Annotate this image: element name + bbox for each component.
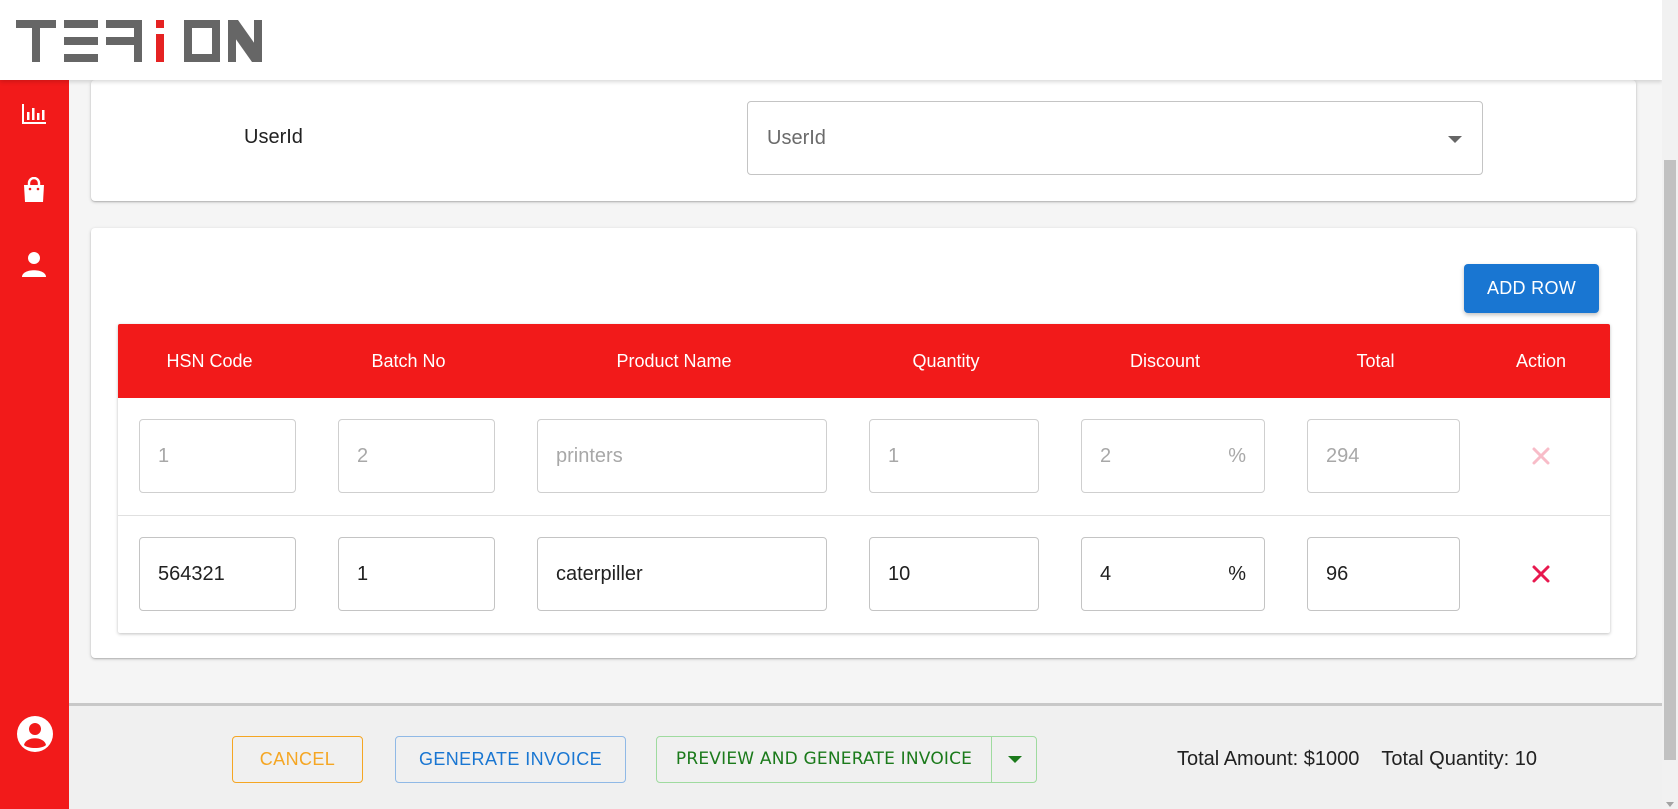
preview-options-dropdown[interactable] bbox=[991, 737, 1036, 782]
account-circle-icon[interactable] bbox=[15, 714, 55, 754]
table-row: 564321 1 caterpiller 10 4% 96 bbox=[118, 515, 1610, 632]
preview-generate-invoice-button[interactable]: PREVIEW AND GENERATE INVOICE bbox=[657, 737, 991, 782]
product-name-field[interactable]: caterpiller bbox=[537, 537, 827, 611]
product-name-field[interactable]: printers bbox=[537, 419, 827, 493]
shopping-bag-icon[interactable] bbox=[18, 174, 50, 206]
userid-select-value: UserId bbox=[767, 127, 826, 149]
user-card: UserId UserId bbox=[91, 80, 1636, 201]
header-hsn-code: HSN Code bbox=[166, 351, 253, 371]
header-quantity: Quantity bbox=[912, 351, 980, 371]
table-header: HSN Code Batch No Product Name Quantity … bbox=[118, 324, 1610, 398]
generate-invoice-button[interactable]: GENERATE INVOICE bbox=[395, 736, 626, 783]
person-icon[interactable] bbox=[18, 248, 50, 280]
percent-adornment: % bbox=[1228, 445, 1246, 467]
total-field[interactable]: 96 bbox=[1307, 537, 1460, 611]
add-row-button[interactable]: ADD ROW bbox=[1464, 264, 1599, 313]
dropdown-arrow-icon bbox=[1008, 756, 1022, 763]
hsn-code-field[interactable]: 1 bbox=[139, 419, 296, 493]
header-product-name: Product Name bbox=[616, 351, 732, 371]
total-amount: Total Amount: $1000 bbox=[1177, 748, 1360, 770]
scrollbar-thumb[interactable] bbox=[1664, 160, 1676, 760]
userid-label: UserId bbox=[244, 126, 303, 148]
scroll-down-arrow-icon[interactable] bbox=[1666, 802, 1674, 807]
table-row: 1 2 printers 1 2% 294 bbox=[118, 398, 1610, 515]
discount-field[interactable]: 4% bbox=[1081, 537, 1265, 611]
quantity-field[interactable]: 1 bbox=[869, 419, 1039, 493]
sidebar bbox=[0, 80, 69, 809]
delete-row-icon[interactable] bbox=[1523, 438, 1559, 474]
brand-logo bbox=[16, 20, 262, 62]
preview-split-button: PREVIEW AND GENERATE INVOICE bbox=[656, 736, 1037, 783]
userid-select[interactable]: UserId bbox=[747, 101, 1483, 175]
header-batch-no: Batch No bbox=[371, 351, 446, 371]
discount-field[interactable]: 2% bbox=[1081, 419, 1265, 493]
top-bar bbox=[0, 0, 1662, 80]
hsn-code-field[interactable]: 564321 bbox=[139, 537, 296, 611]
total-quantity: Total Quantity: 10 bbox=[1381, 748, 1538, 770]
delete-row-icon[interactable] bbox=[1523, 556, 1559, 592]
percent-adornment: % bbox=[1228, 563, 1246, 585]
totals-summary: Total Amount: $1000 Total Quantity: 10 bbox=[1177, 748, 1537, 771]
header-total: Total bbox=[1356, 351, 1395, 371]
invoice-items-table: HSN Code Batch No Product Name Quantity … bbox=[118, 324, 1610, 633]
bar-chart-icon[interactable] bbox=[18, 98, 50, 130]
page-scrollbar[interactable] bbox=[1662, 0, 1678, 809]
quantity-field[interactable]: 10 bbox=[869, 537, 1039, 611]
batch-no-field[interactable]: 1 bbox=[338, 537, 495, 611]
cancel-button[interactable]: CANCEL bbox=[232, 736, 363, 783]
batch-no-field[interactable]: 2 bbox=[338, 419, 495, 493]
total-field[interactable]: 294 bbox=[1307, 419, 1460, 493]
header-action: Action bbox=[1515, 351, 1567, 371]
dropdown-arrow-icon bbox=[1448, 136, 1462, 143]
footer-action-bar: CANCEL GENERATE INVOICE PREVIEW AND GENE… bbox=[69, 703, 1662, 809]
header-discount: Discount bbox=[1129, 351, 1201, 371]
invoice-items-card: ADD ROW HSN Code Batch No Product Name Q… bbox=[91, 228, 1636, 658]
